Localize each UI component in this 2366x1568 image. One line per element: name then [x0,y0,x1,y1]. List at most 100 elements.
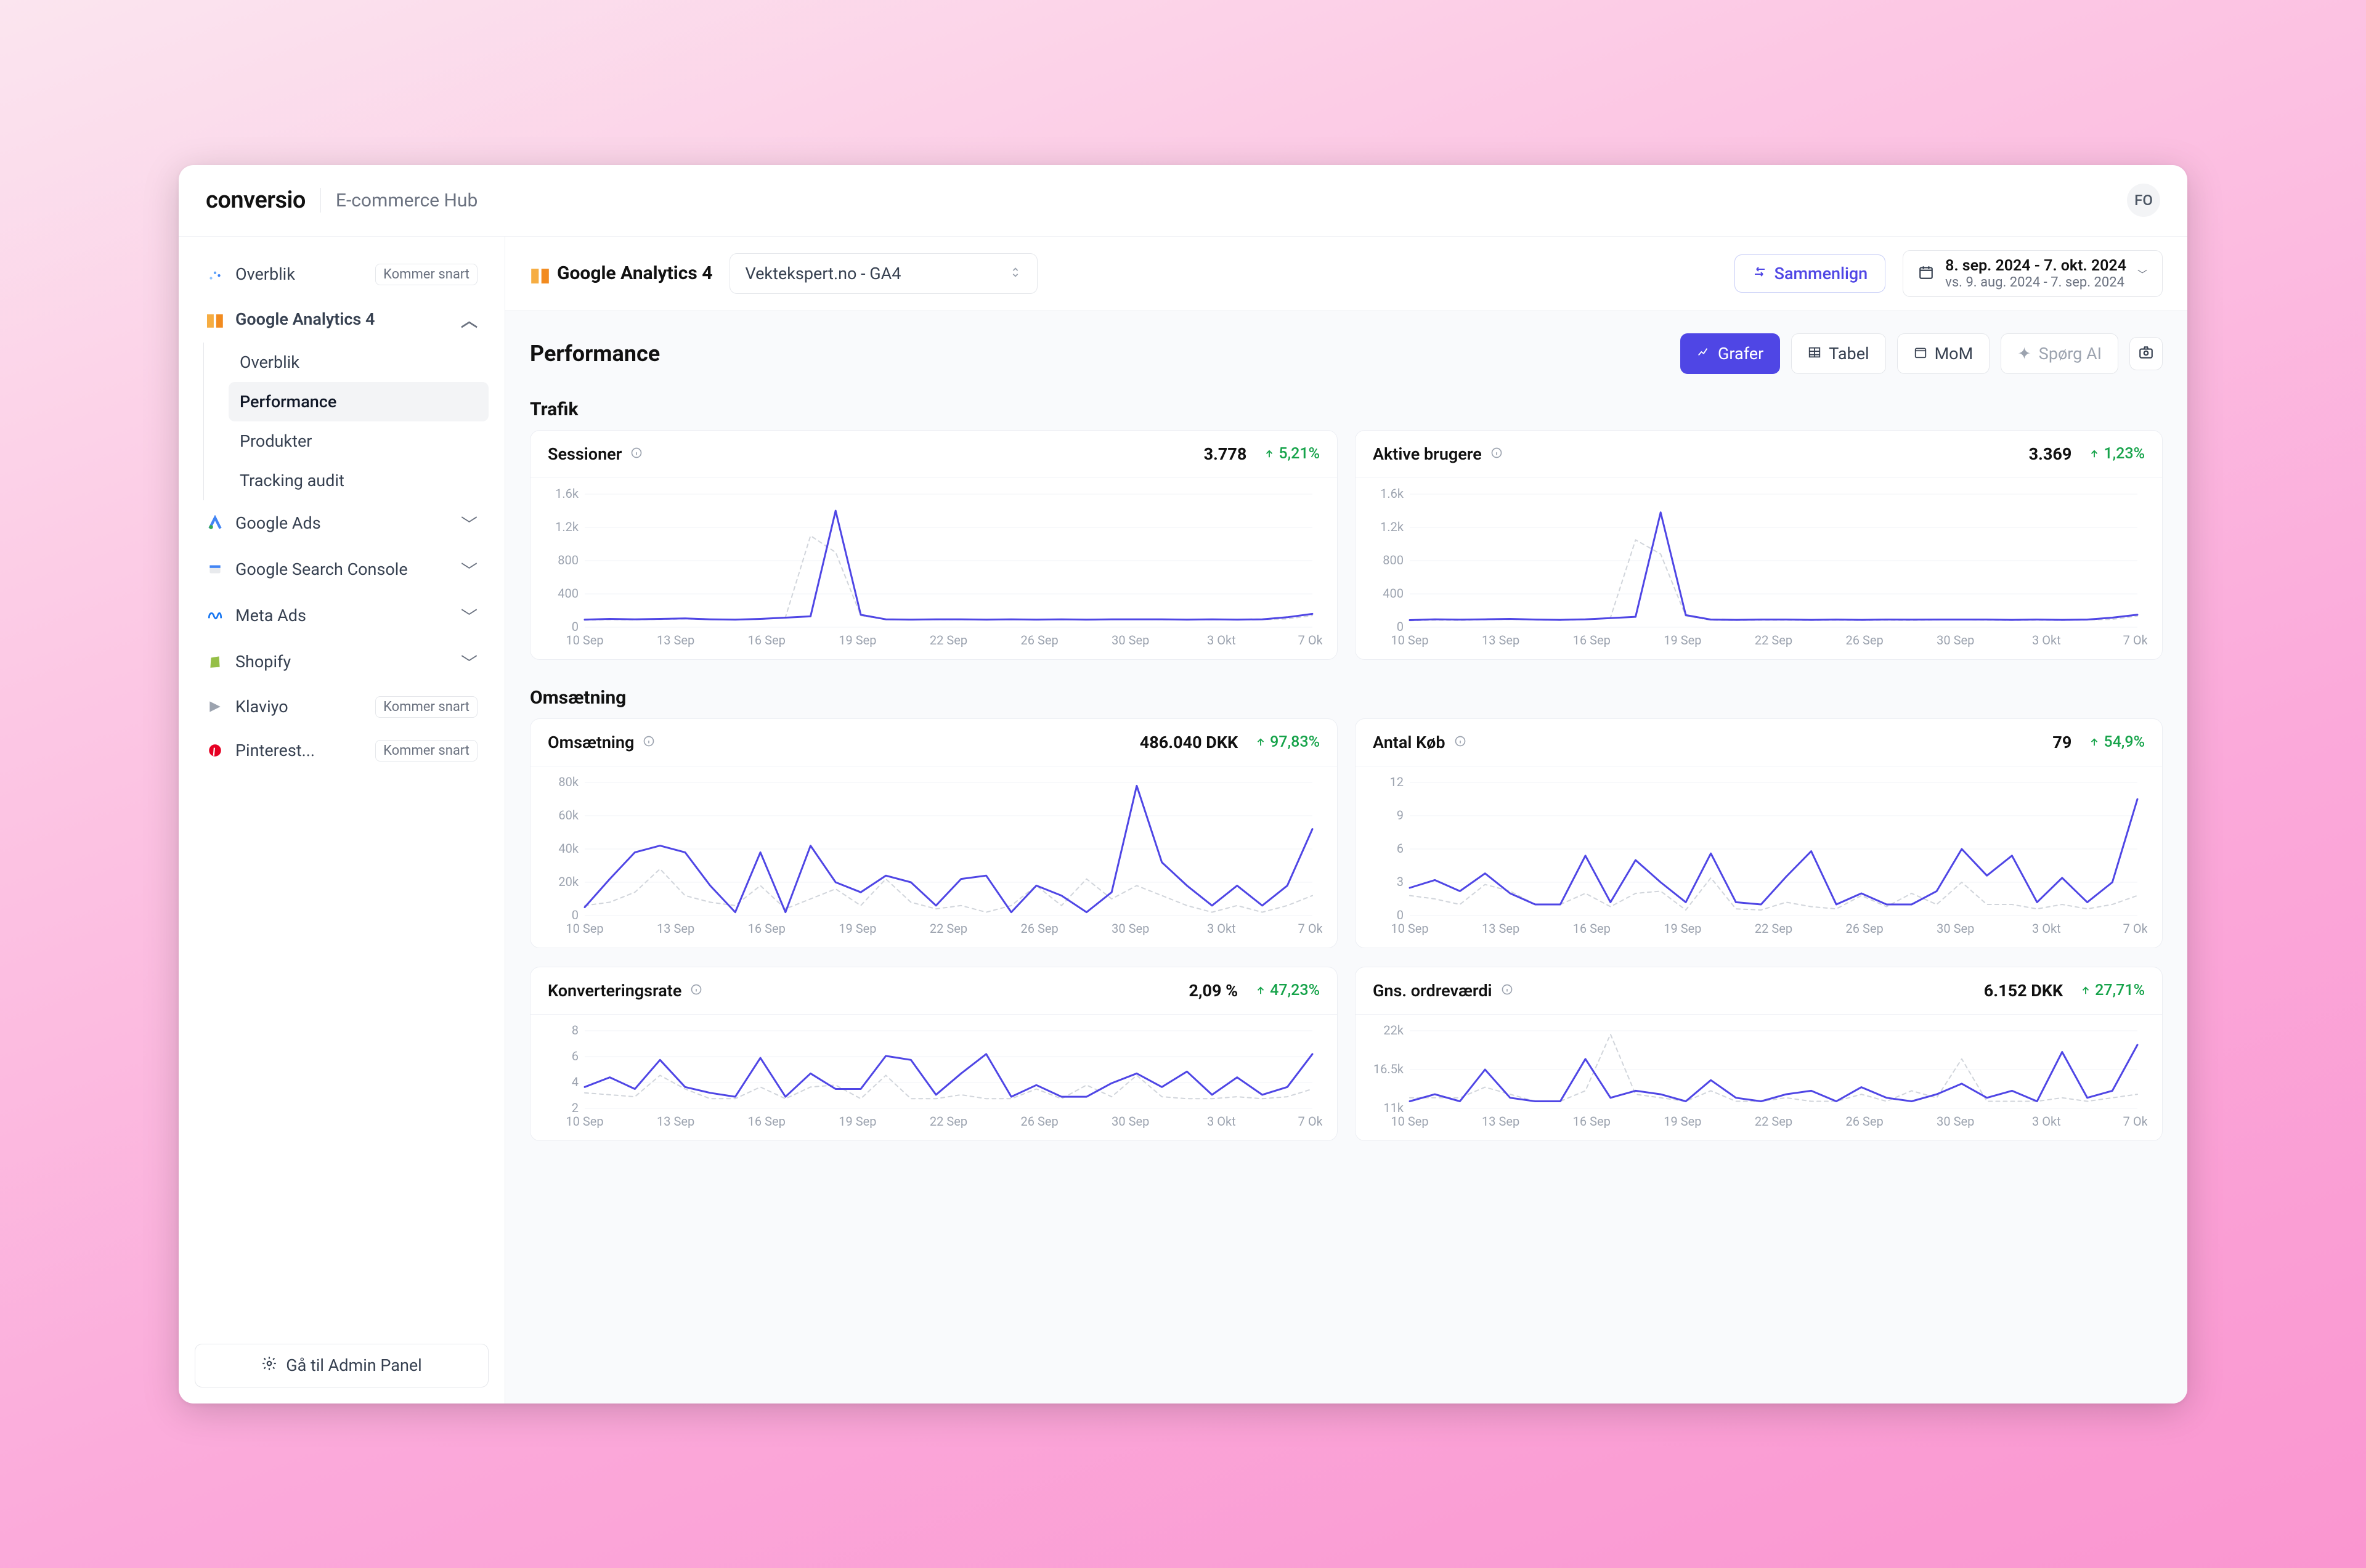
svg-text:12: 12 [1390,776,1404,789]
card-delta: 27,71% [2080,981,2145,999]
card-sessions: Sessioner 3.778 5,21% 1.6k1.2k800400010 … [530,430,1338,660]
svg-text:19 Sep: 19 Sep [1664,1114,1701,1129]
camera-icon [2138,344,2154,363]
section-title-omsaetning: Omsætning [505,678,2187,718]
chart-conversion-rate: 864210 Sep13 Sep16 Sep19 Sep22 Sep26 Sep… [545,1025,1322,1129]
ask-ai-button[interactable]: ✦ Spørg AI [2001,333,2118,374]
svg-text:7 Okt: 7 Okt [2123,1114,2147,1129]
date-range-button[interactable]: 8. sep. 2024 - 7. okt. 2024 vs. 9. aug. … [1903,250,2163,297]
compare-button[interactable]: Sammenlign [1734,254,1886,293]
view-mom-button[interactable]: MoM [1897,333,1990,374]
calendar-icon [1914,344,1927,364]
svg-text:13 Sep: 13 Sep [1482,921,1519,936]
svg-text:19 Sep: 19 Sep [1664,921,1701,936]
svg-text:3 Okt: 3 Okt [2032,633,2061,648]
svg-text:400: 400 [1383,586,1404,601]
sidebar-item-shopify[interactable]: Shopify ﹀ [195,639,489,685]
sidebar-item-ga4[interactable]: ▮▮ Google Analytics 4 ︿ [195,296,489,343]
soon-badge: Kommer snart [375,264,478,285]
property-select[interactable]: Vektekspert.no - GA4 [730,253,1038,294]
svg-text:1.2k: 1.2k [555,519,579,534]
screenshot-button[interactable] [2129,337,2163,370]
btn-label: Tabel [1829,344,1869,364]
ga4-icon: ▮▮ [206,310,224,328]
sidebar-item-meta-ads[interactable]: Meta Ads ﹀ [195,593,489,639]
svg-text:26 Sep: 26 Sep [1846,1114,1884,1129]
card-title: Aktive brugere [1373,444,1482,464]
info-icon[interactable] [1490,447,1503,461]
table-icon [1808,344,1821,364]
sidebar-item-label: Tracking audit [240,471,344,490]
view-tabel-button[interactable]: Tabel [1791,333,1885,374]
admin-panel-button[interactable]: Gå til Admin Panel [195,1344,489,1387]
gear-icon [261,1355,277,1376]
card-active-users: Aktive brugere 3.369 1,23% 1.6k1.2k80040… [1355,430,2163,660]
svg-text:13 Sep: 13 Sep [1482,1114,1519,1129]
app-window: conversio E-commerce Hub FO Overblik Kom… [179,165,2187,1403]
sidebar-item-label: Produkter [240,431,312,451]
svg-text:3 Okt: 3 Okt [1207,633,1236,648]
card-value: 6.152 DKK [1984,981,2063,1001]
view-grafer-button[interactable]: Grafer [1680,333,1780,374]
chart-purchases: 12963010 Sep13 Sep16 Sep19 Sep22 Sep26 S… [1370,776,2147,936]
meta-icon [206,606,224,625]
sidebar-item-label: Google Analytics 4 [235,309,375,329]
svg-text:1.6k: 1.6k [555,488,579,501]
chevron-down-icon: ﹀ [461,650,478,674]
info-icon[interactable] [630,447,643,461]
svg-text:22 Sep: 22 Sep [1755,633,1792,648]
soon-badge: Kommer snart [375,740,478,762]
svg-text:19 Sep: 19 Sep [839,1114,876,1129]
chart-revenue: 80k60k40k20k010 Sep13 Sep16 Sep19 Sep22 … [545,776,1322,936]
soon-badge: Kommer snart [375,696,478,718]
date-range-primary: 8. sep. 2024 - 7. okt. 2024 [1945,257,2126,275]
ga4-icon: ▮▮ [530,264,548,283]
breadcrumb: ▮▮ Google Analytics 4 [530,262,712,284]
svg-text:22 Sep: 22 Sep [1755,1114,1792,1129]
logo: conversio [206,187,306,214]
svg-text:19 Sep: 19 Sep [839,921,876,936]
svg-text:0: 0 [572,619,579,634]
card-delta: 54,9% [2089,733,2145,751]
svg-text:3: 3 [1397,874,1404,889]
svg-text:30 Sep: 30 Sep [1112,921,1149,936]
card-revenue: Omsætning 486.040 DKK 97,83% 80k60k40k20… [530,718,1338,948]
ga4-sub-performance[interactable]: Performance [229,382,489,421]
ga4-sub-produkter[interactable]: Produkter [229,421,489,461]
section-title-trafik: Trafik [505,390,2187,430]
svg-text:0: 0 [1397,619,1404,634]
gsc-icon [206,560,224,579]
compare-icon [1752,264,1767,283]
svg-text:400: 400 [558,586,579,601]
sidebar-item-gsc[interactable]: Google Search Console ﹀ [195,546,489,593]
chart-sessions: 1.6k1.2k800400010 Sep13 Sep16 Sep19 Sep2… [545,488,1322,648]
sidebar-item-label: Klaviyo [235,697,288,717]
sidebar-item-google-ads[interactable]: Google Ads ﹀ [195,500,489,546]
svg-text:22k: 22k [1383,1025,1404,1038]
svg-text:11k: 11k [1383,1100,1404,1115]
info-icon[interactable] [690,983,702,998]
ga4-sub-overblik[interactable]: Overblik [229,343,489,382]
info-icon[interactable] [1454,735,1466,750]
svg-text:16 Sep: 16 Sep [1573,633,1611,648]
svg-text:0: 0 [572,908,579,922]
svg-text:19 Sep: 19 Sep [839,633,876,648]
svg-text:3 Okt: 3 Okt [2032,921,2061,936]
avatar[interactable]: FO [2127,184,2160,217]
svg-text:19 Sep: 19 Sep [1664,633,1701,648]
card-purchases: Antal Køb 79 54,9% 12963010 Sep13 Sep16 … [1355,718,2163,948]
svg-text:60k: 60k [558,808,579,823]
svg-text:40k: 40k [558,841,579,856]
svg-text:20k: 20k [558,874,579,889]
compare-label: Sammenlign [1774,264,1868,283]
sidebar-item-label: Pinterest... [235,741,315,760]
chart-icon [1697,344,1710,364]
info-icon[interactable] [643,735,655,750]
svg-text:26 Sep: 26 Sep [1021,1114,1059,1129]
ga4-sub-tracking[interactable]: Tracking audit [229,461,489,500]
svg-text:9: 9 [1397,808,1404,823]
chevron-up-icon: ︿ [461,307,478,331]
titlebar: conversio E-commerce Hub FO [179,165,2187,237]
svg-text:6: 6 [572,1049,579,1063]
info-icon[interactable] [1501,983,1513,998]
